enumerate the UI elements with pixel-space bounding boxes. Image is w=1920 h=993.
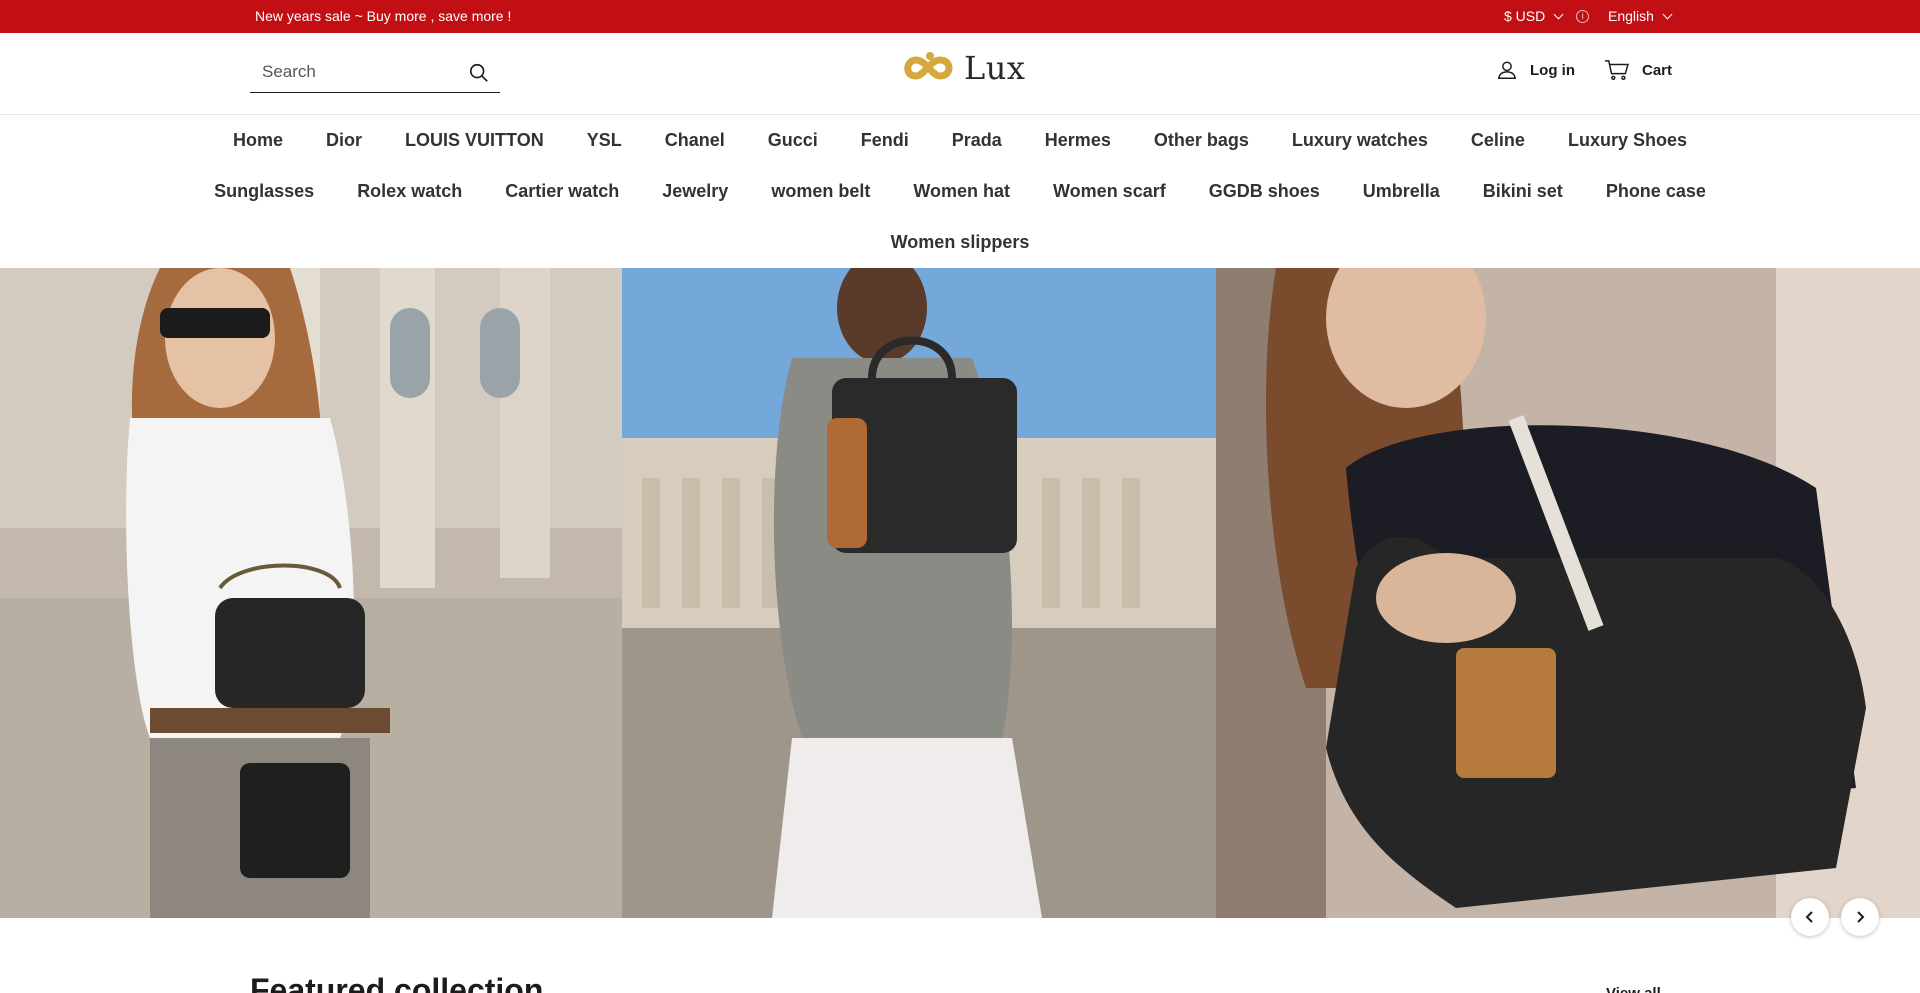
nav-item-louis-vuitton[interactable]: LOUIS VUITTON — [384, 130, 566, 151]
announcement-message[interactable]: New years sale ~ Buy more , save more ! — [255, 8, 511, 24]
hero-photo-1 — [0, 268, 622, 918]
nav-item-sunglasses[interactable]: Sunglasses — [193, 181, 336, 202]
nav-row-2: Sunglasses Rolex watch Cartier watch Jew… — [0, 181, 1920, 202]
currency-selector[interactable]: $ USD i — [1504, 8, 1590, 24]
hero-photo-2 — [622, 268, 1216, 918]
main-navigation: Home Dior LOUIS VUITTON YSL Chanel Gucci… — [0, 115, 1920, 268]
nav-item-chanel[interactable]: Chanel — [643, 130, 746, 151]
site-header: Lux Log in Cart — [0, 33, 1920, 115]
hero-image-panel-3 — [1216, 268, 1920, 918]
slideshow-prev-button[interactable] — [1791, 898, 1829, 936]
nav-row-1: Home Dior LOUIS VUITTON YSL Chanel Gucci… — [0, 130, 1920, 151]
nav-item-hermes[interactable]: Hermes — [1023, 130, 1132, 151]
user-icon — [1497, 61, 1517, 79]
nav-item-ggdb-shoes[interactable]: GGDB shoes — [1187, 181, 1341, 202]
hero-photo-3 — [1216, 268, 1920, 918]
search-form — [250, 53, 500, 93]
nav-item-prada[interactable]: Prada — [930, 130, 1023, 151]
chevron-left-icon — [1805, 911, 1813, 923]
login-label: Log in — [1530, 61, 1575, 79]
hero-image-panel-2 — [622, 268, 1216, 918]
nav-item-women-belt[interactable]: women belt — [750, 181, 892, 202]
cart-icon — [1605, 60, 1629, 80]
search-icon[interactable] — [468, 62, 490, 84]
cart-link[interactable]: Cart — [1604, 59, 1672, 81]
slideshow-next-button[interactable] — [1841, 898, 1879, 936]
language-selector[interactable]: English — [1608, 8, 1673, 24]
nav-item-rolex-watch[interactable]: Rolex watch — [336, 181, 484, 202]
info-icon[interactable]: i — [1576, 9, 1590, 23]
currency-label: $ USD — [1504, 8, 1546, 24]
nav-item-women-scarf[interactable]: Women scarf — [1032, 181, 1188, 202]
site-logo[interactable]: Lux — [900, 49, 1025, 87]
nav-item-cartier-watch[interactable]: Cartier watch — [484, 181, 641, 202]
nav-item-celine[interactable]: Celine — [1449, 130, 1546, 151]
search-input[interactable] — [250, 53, 460, 91]
nav-item-bikini-set[interactable]: Bikini set — [1461, 181, 1584, 202]
nav-item-home[interactable]: Home — [212, 130, 305, 151]
cart-label: Cart — [1642, 61, 1673, 79]
logo-text: Lux — [964, 49, 1026, 87]
nav-item-fendi[interactable]: Fendi — [839, 130, 930, 151]
nav-item-gucci[interactable]: Gucci — [746, 130, 839, 151]
nav-row-3: Women slippers — [0, 232, 1920, 253]
login-link[interactable]: Log in — [1496, 59, 1575, 81]
nav-item-luxury-shoes[interactable]: Luxury Shoes — [1546, 130, 1708, 151]
nav-item-ysl[interactable]: YSL — [565, 130, 643, 151]
featured-collection-title: Featured collection — [250, 972, 544, 993]
nav-item-women-hat[interactable]: Women hat — [892, 181, 1032, 202]
chevron-right-icon — [1857, 911, 1865, 923]
view-all-link[interactable]: View all — [1606, 985, 1661, 993]
nav-item-umbrella[interactable]: Umbrella — [1341, 181, 1461, 202]
chevron-down-icon — [1662, 9, 1673, 19]
nav-item-jewelry[interactable]: Jewelry — [641, 181, 750, 202]
chevron-down-icon — [1553, 9, 1564, 19]
nav-item-women-slippers[interactable]: Women slippers — [869, 232, 1051, 253]
announcement-bar: New years sale ~ Buy more , save more ! … — [0, 0, 1920, 33]
nav-item-dior[interactable]: Dior — [305, 130, 384, 151]
nav-item-luxury-watches[interactable]: Luxury watches — [1270, 130, 1449, 151]
logo-mark-icon — [904, 52, 953, 80]
hero-image-panel-1 — [0, 268, 622, 918]
nav-item-other-bags[interactable]: Other bags — [1132, 130, 1270, 151]
language-label: English — [1608, 8, 1654, 24]
hero-slideshow[interactable] — [0, 268, 1920, 918]
nav-item-phone-case[interactable]: Phone case — [1584, 181, 1727, 202]
